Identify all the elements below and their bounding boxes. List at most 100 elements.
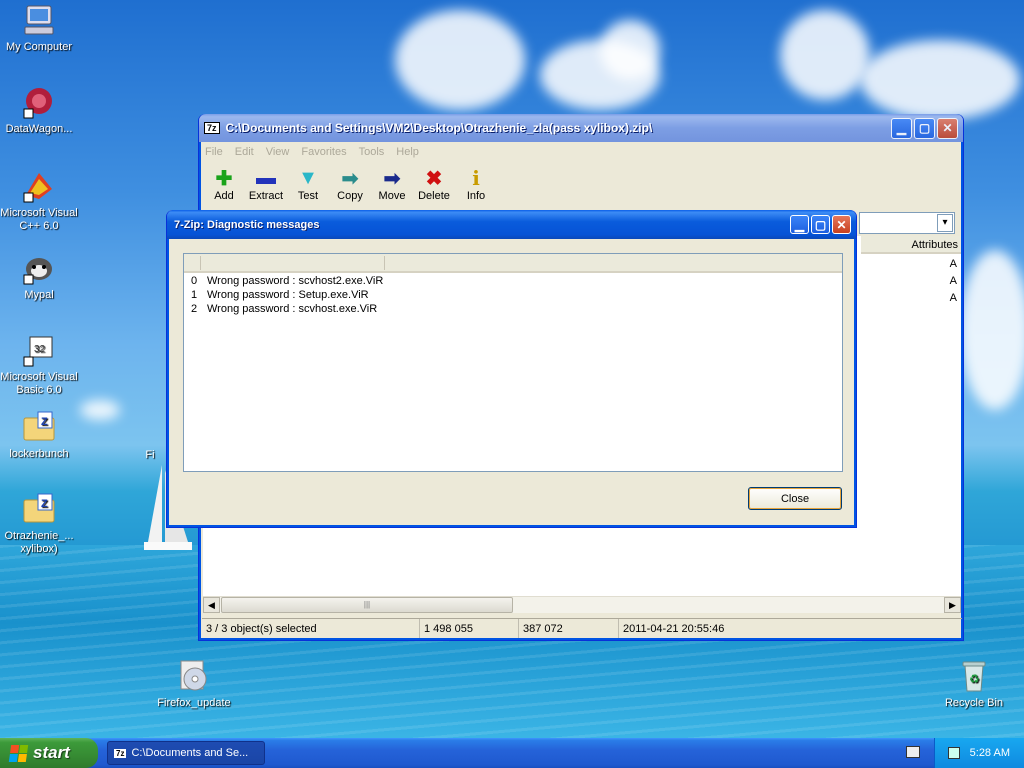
close-window-button[interactable]: ✕ [937, 117, 958, 139]
test-icon: ▼ [298, 166, 318, 189]
message-list[interactable]: 0 Wrong password : scvhost2.exe.ViR 1 Wr… [183, 253, 843, 472]
menu-file[interactable]: File [205, 146, 223, 158]
system-tray: 5:28 AM [934, 738, 1024, 768]
network-icon[interactable] [947, 747, 960, 759]
close-button[interactable]: Close [748, 487, 842, 510]
clock[interactable]: 5:28 AM [970, 747, 1010, 759]
taskbar: start 7z C:\Documents and Se... 5:28 AM [0, 738, 1024, 768]
dialog-title: 7-Zip: Diagnostic messages [174, 218, 320, 231]
status-modified: 2011-04-21 20:55:46 [623, 622, 725, 635]
address-bar[interactable]: ▾ [859, 212, 955, 234]
menu-bar: File Edit View Favorites Tools Help [199, 142, 963, 162]
desktop-icon-lockerbunch[interactable]: Z lockerbunch [0, 410, 79, 461]
desktop-icon-datawagon[interactable]: DataWagon... [0, 85, 79, 136]
desktop-icon-recycle-bin[interactable]: ♻ Recycle Bin [934, 659, 1014, 710]
copy-button[interactable]: ➡ Copy [329, 166, 371, 203]
window-title: C:\Documents and Settings\VM2\Desktop\Ot… [225, 121, 653, 135]
my-computer-icon [22, 3, 56, 37]
minimize-button[interactable]: ▁ [790, 215, 809, 234]
desktop-icon-visual-basic[interactable]: 32 Microsoft Visual Basic 6.0 [0, 333, 79, 397]
toolbar: ✚ Add ▬ Extract ▼ Test ➡ Copy ➡ Move ✖ Delete … [199, 162, 963, 206]
info-icon: i [472, 166, 480, 190]
info-label: Info [466, 190, 486, 202]
extract-label: Extract [248, 190, 284, 202]
menu-favorites[interactable]: Favorites [301, 146, 346, 158]
dialog-titlebar[interactable]: 7-Zip: Diagnostic messages ▁ ▢ ✕ [167, 210, 856, 239]
message-text: Wrong password : scvhost2.exe.ViR [207, 275, 384, 287]
info-button[interactable]: i Info [455, 166, 497, 202]
app-icon: 7z [204, 122, 220, 134]
desktop-icon-my-computer[interactable]: My Computer [0, 3, 79, 54]
extract-button[interactable]: ▬ Extract [245, 166, 287, 203]
taskbar-item-7zip[interactable]: 7z C:\Documents and Se... [107, 741, 265, 765]
zip-folder-icon: Z [22, 410, 56, 444]
move-label: Move [378, 190, 406, 202]
svg-text:Z: Z [41, 416, 48, 428]
desktop-icon-otrazhenie[interactable]: Z Otrazhenie_... xylibox) [0, 492, 79, 556]
menu-view[interactable]: View [266, 146, 290, 158]
status-size: 1 498 055 [420, 619, 519, 638]
status-bar: 3 / 3 object(s) selected 1 498 055 387 0… [202, 618, 962, 638]
desktop-icon-visual-cpp[interactable]: Microsoft Visual C++ 6.0 [0, 169, 79, 233]
attribute-cell: A [949, 275, 957, 287]
desktop-icon-label: Recycle Bin [944, 697, 1004, 709]
message-list-header [184, 254, 842, 273]
main-window-titlebar[interactable]: 7z C:\Documents and Settings\VM2\Desktop… [199, 114, 963, 142]
desktop-icon-label: Mypal [24, 289, 54, 301]
desktop-icon-firefox-update[interactable]: Firefox_update [154, 659, 234, 710]
start-button[interactable]: start [0, 738, 98, 768]
desktop-icon-label: Microsoft Visual Basic 6.0 [0, 371, 78, 396]
add-label: Add [214, 190, 234, 202]
keyboard-icon[interactable] [906, 746, 920, 758]
add-button[interactable]: ✚ Add [203, 166, 245, 203]
maximize-button[interactable]: ▢ [811, 215, 830, 234]
svg-text:♻: ♻ [969, 672, 980, 686]
status-selected: 3 / 3 object(s) selected [202, 619, 420, 638]
move-icon: ➡ [383, 167, 401, 190]
message-index: 1 [191, 289, 198, 301]
close-dialog-button[interactable]: ✕ [832, 215, 851, 234]
list-item[interactable]: 0 Wrong password : scvhost2.exe.ViR [184, 275, 842, 289]
desktop-icon-label: Microsoft Visual C++ 6.0 [0, 207, 78, 232]
menu-edit[interactable]: Edit [235, 146, 254, 158]
list-item[interactable]: 1 Wrong password : Setup.exe.ViR [184, 289, 842, 303]
list-item[interactable]: 2 Wrong password : scvhost.exe.ViR [184, 303, 842, 317]
maximize-button[interactable]: ▢ [914, 117, 935, 139]
header-divider [200, 256, 201, 270]
svg-text:Z: Z [41, 498, 48, 510]
minimize-button[interactable]: ▁ [891, 117, 912, 139]
menu-help[interactable]: Help [396, 146, 419, 158]
move-button[interactable]: ➡ Move [371, 166, 413, 203]
add-icon: ✚ [215, 167, 233, 190]
scroll-thumb[interactable]: ||| [221, 597, 513, 613]
copy-icon: ➡ [341, 167, 359, 190]
windows-logo-icon [8, 744, 29, 762]
message-text: Wrong password : Setup.exe.ViR [207, 289, 369, 301]
menu-tools[interactable]: Tools [359, 146, 385, 158]
header-divider [384, 256, 385, 270]
attribute-cell: A [949, 292, 957, 304]
message-index: 2 [191, 303, 198, 315]
column-header-attributes[interactable]: Attributes [861, 236, 961, 254]
desktop-icon-label: lockerbunch [9, 448, 69, 460]
desktop-icon-label: DataWagon... [5, 123, 73, 135]
desktop-icon-mypal[interactable]: Mypal [0, 251, 79, 302]
visual-cpp-icon [22, 169, 56, 203]
scroll-right-button[interactable]: ▶ [944, 597, 961, 613]
horizontal-scrollbar[interactable]: ◀ ||| ▶ [203, 596, 961, 613]
cd-icon [177, 659, 211, 693]
test-label: Test [297, 190, 319, 202]
message-index: 0 [191, 275, 198, 287]
svg-text:32: 32 [34, 344, 46, 355]
recycle-bin-icon: ♻ [957, 659, 991, 693]
diagnostic-dialog: 7-Zip: Diagnostic messages ▁ ▢ ✕ 0 Wrong… [166, 210, 857, 528]
delete-button[interactable]: ✖ Delete [413, 166, 455, 203]
test-button[interactable]: ▼ Test [287, 166, 329, 203]
desktop-icon-label: My Computer [5, 41, 73, 53]
delete-label: Delete [418, 190, 450, 202]
scroll-left-button[interactable]: ◀ [203, 597, 220, 613]
start-label: start [33, 743, 70, 762]
chevron-down-icon[interactable]: ▾ [937, 214, 953, 232]
desktop-icon-partial: Fi [130, 449, 170, 462]
mypal-icon [22, 251, 56, 285]
